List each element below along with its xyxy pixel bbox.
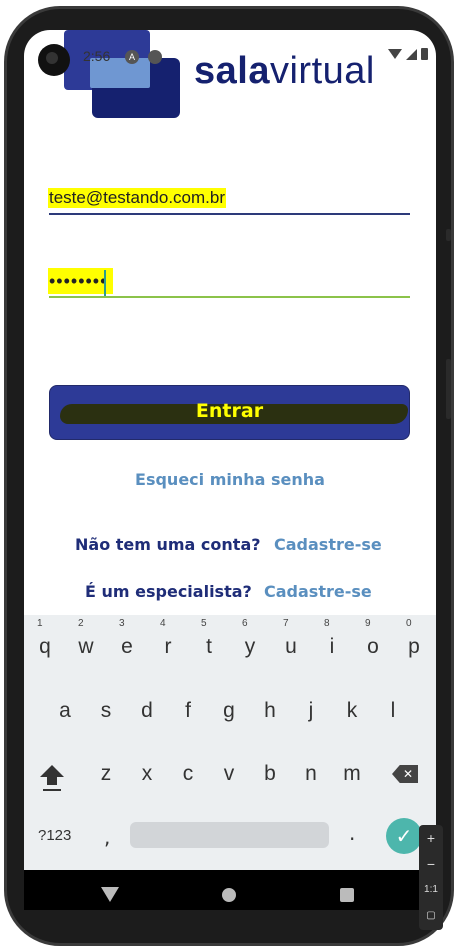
key-e[interactable]: 3e — [109, 618, 145, 659]
key-hint-0: 0 — [406, 618, 412, 629]
symbols-key[interactable]: ?123 — [38, 827, 71, 844]
key-hint-8: 8 — [324, 618, 330, 629]
key-a[interactable]: a — [47, 699, 83, 723]
zoom-out-button[interactable]: − — [419, 851, 443, 877]
key-m[interactable]: m — [334, 762, 370, 786]
password-underline — [49, 296, 410, 298]
key-hint-3: 3 — [119, 618, 125, 629]
status-time: 2:56 — [83, 48, 111, 64]
home-icon[interactable] — [222, 888, 236, 902]
key-l[interactable]: l — [375, 699, 411, 723]
battery-icon — [421, 48, 428, 60]
key-hint-5: 5 — [201, 618, 207, 629]
key-d[interactable]: d — [129, 699, 165, 723]
space-key[interactable] — [130, 822, 329, 848]
notification-b-icon — [148, 50, 162, 64]
key-r[interactable]: 4r — [150, 618, 186, 659]
key-x[interactable]: x — [129, 762, 165, 786]
key-p[interactable]: 0p — [396, 618, 432, 659]
key-hint-9: 9 — [365, 618, 371, 629]
signup-link[interactable]: Cadastre-se — [274, 535, 382, 554]
text-cursor — [104, 270, 106, 296]
key-s[interactable]: s — [88, 699, 124, 723]
back-icon[interactable] — [101, 887, 119, 902]
key-hint-2: 2 — [78, 618, 84, 629]
key-o[interactable]: 9o — [355, 618, 391, 659]
key-z[interactable]: z — [88, 762, 124, 786]
submit-button[interactable]: Entrar — [49, 385, 410, 440]
email-field[interactable]: teste@testando.com.br — [48, 188, 227, 208]
key-k[interactable]: k — [334, 699, 370, 723]
system-status-icons — [388, 48, 428, 60]
key-b[interactable]: b — [252, 762, 288, 786]
key-t[interactable]: 5t — [191, 618, 227, 659]
key-i[interactable]: 8i — [314, 618, 350, 659]
brand-wordmark: salavirtual — [194, 50, 375, 93]
key-c[interactable]: c — [170, 762, 206, 786]
volume-button — [446, 359, 451, 419]
specialist-signup-link[interactable]: Cadastre-se — [264, 582, 372, 601]
period-key[interactable]: . — [349, 821, 355, 845]
zoom-ratio-button[interactable]: 1:1 — [419, 877, 443, 903]
key-v[interactable]: v — [211, 762, 247, 786]
shift-icon[interactable] — [38, 765, 66, 795]
key-q[interactable]: 1q — [27, 618, 63, 659]
key-hint-4: 4 — [160, 618, 166, 629]
key-f[interactable]: f — [170, 699, 206, 723]
app-screen: 2:56 A salavirtual teste@testando.com.br… — [24, 30, 436, 910]
side-button — [446, 229, 451, 241]
emulator-zoom-bar: + − 1:1 ▢ — [419, 825, 443, 930]
notification-a-icon: A — [125, 50, 139, 64]
backspace-icon[interactable]: ✕ — [392, 765, 418, 783]
wifi-icon — [388, 49, 402, 59]
signal-icon — [406, 48, 417, 60]
key-g[interactable]: g — [211, 699, 247, 723]
check-icon[interactable]: ✓ — [386, 818, 422, 854]
key-hint-7: 7 — [283, 618, 289, 629]
key-h[interactable]: h — [252, 699, 288, 723]
key-y[interactable]: 6y — [232, 618, 268, 659]
recents-icon[interactable] — [340, 888, 354, 902]
comma-key[interactable]: , — [104, 825, 110, 849]
key-j[interactable]: j — [293, 699, 329, 723]
no-account-label: Não tem uma conta? — [75, 535, 261, 554]
resize-icon[interactable]: ▢ — [419, 903, 443, 929]
forgot-password-link[interactable]: Esqueci minha senha — [24, 470, 436, 489]
key-w[interactable]: 2w — [68, 618, 104, 659]
key-u[interactable]: 7u — [273, 618, 309, 659]
submit-label: Entrar — [195, 400, 264, 422]
specialist-label: É um especialista? — [85, 582, 252, 601]
key-n[interactable]: n — [293, 762, 329, 786]
zoom-in-button[interactable]: + — [419, 825, 443, 851]
soft-keyboard: 1q2w3e4r5t6y7u8i9o0p asdfghjkl zxcvbnm ✕… — [24, 615, 436, 870]
emulator-frame: 2:56 A salavirtual teste@testando.com.br… — [0, 0, 461, 951]
email-underline — [49, 213, 410, 215]
navigation-bar — [24, 870, 436, 910]
key-hint-6: 6 — [242, 618, 248, 629]
brand-bold: sala — [194, 50, 270, 92]
key-hint-1: 1 — [37, 618, 43, 629]
brand-light: virtual — [269, 50, 375, 92]
camera-cutout — [38, 44, 70, 76]
